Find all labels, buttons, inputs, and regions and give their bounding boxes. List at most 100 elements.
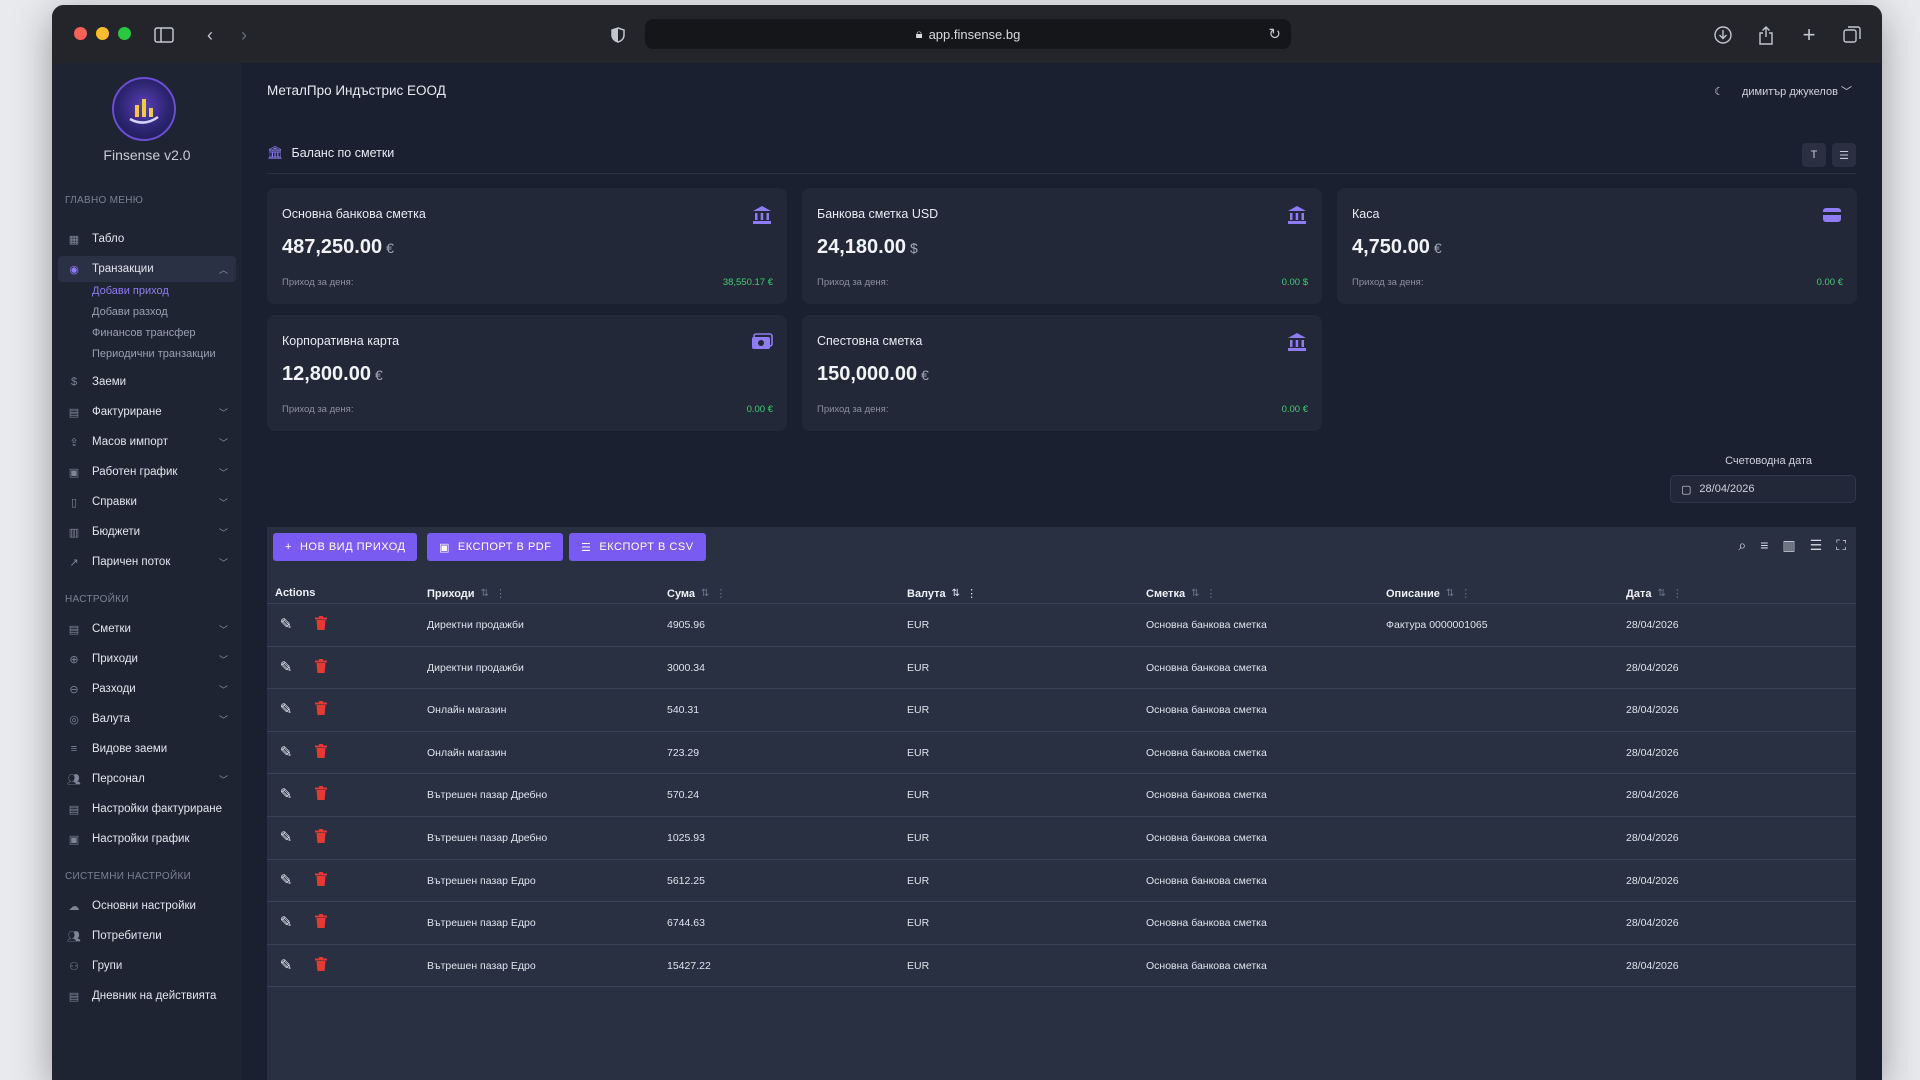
table-row[interactable]: ✎ Онлайн магазин 723.29 EUR Основна банкова … xyxy=(267,732,1856,775)
edit-pencil-icon[interactable]: ✎ xyxy=(277,913,295,931)
column-menu-icon[interactable]: ⋮ xyxy=(966,587,977,600)
privacy-shield-icon[interactable] xyxy=(606,23,630,47)
sidebar-item-import[interactable]: ⇪ Масов импорт ﹀ xyxy=(58,429,236,455)
delete-trash-icon[interactable] xyxy=(315,871,329,888)
sidebar-item-cashflow[interactable]: ↗ Паричен поток ﹀ xyxy=(58,549,236,575)
sidebar-item-currency[interactable]: ◎ Валута ﹀ xyxy=(58,706,236,732)
sidebar-subitem-transfer[interactable]: Финансов трансфер xyxy=(92,327,196,339)
export-pdf-button[interactable]: ▣ ЕКСПОРТ В PDF xyxy=(427,533,564,561)
sidebar-item-activity-log[interactable]: ▤ Дневник на действията xyxy=(58,983,236,1009)
delete-trash-icon[interactable] xyxy=(315,616,329,632)
column-header-amount[interactable]: Сума ⇅ ⋮ xyxy=(667,587,726,601)
edit-pencil-icon[interactable]: ✎ xyxy=(277,700,295,718)
column-header-currency[interactable]: Валута ⇅ ⋮ xyxy=(907,587,977,601)
text-size-icon[interactable]: T xyxy=(1802,143,1826,167)
table-row[interactable]: ✎ Вътрешен пазар Едро 15427.22 EUR Основна б… xyxy=(267,945,1856,988)
sidebar-subitem-add-expense[interactable]: Добави разход xyxy=(92,306,168,318)
sidebar-item-expenses[interactable]: ⊖ Разходи ﹀ xyxy=(58,676,236,702)
delete-trash-icon[interactable] xyxy=(315,829,329,845)
sidebar-item-dashboard[interactable]: ▦ Табло xyxy=(58,226,236,252)
column-header-date[interactable]: Дата ⇅ ⋮ xyxy=(1626,587,1683,601)
minimize-window-button[interactable] xyxy=(96,27,109,40)
account-card[interactable]: Корпоративна карта 12,800.00 € Приход за … xyxy=(267,315,787,431)
downloads-icon[interactable] xyxy=(1711,23,1735,47)
sidebar-item-invoice-settings[interactable]: ▤ Настройки фактуриране xyxy=(58,796,236,822)
delete-trash-icon[interactable] xyxy=(315,658,329,675)
maximize-window-button[interactable] xyxy=(118,27,131,40)
column-menu-icon[interactable]: ⋮ xyxy=(1460,587,1471,600)
list-view-icon[interactable]: ☰ xyxy=(1832,143,1856,167)
theme-toggle-moon-icon[interactable]: ☾ xyxy=(1714,85,1724,98)
export-csv-button[interactable]: ☰ ЕКСПОРТ В CSV xyxy=(569,533,706,561)
table-row[interactable]: ✎ Вътрешен пазар Дребно 1025.93 EUR Основна … xyxy=(267,817,1856,860)
finsense-logo[interactable] xyxy=(112,77,176,141)
sort-icon[interactable]: ⇅ xyxy=(701,588,709,599)
sort-icon[interactable]: ⇅ xyxy=(1657,588,1665,599)
column-menu-icon[interactable]: ⋮ xyxy=(1205,587,1216,600)
sidebar-item-incomes[interactable]: ⊕ Приходи ﹀ xyxy=(58,646,236,672)
table-row[interactable]: ✎ Директни продажби 3000.34 EUR Основна банк… xyxy=(267,647,1856,690)
sidebar-item-loans[interactable]: $ Заеми xyxy=(58,369,236,395)
column-header-account[interactable]: Сметка ⇅ ⋮ xyxy=(1146,587,1216,601)
column-menu-icon[interactable]: ⋮ xyxy=(715,587,726,600)
sidebar-toggle-icon[interactable] xyxy=(152,23,176,47)
table-row[interactable]: ✎ Вътрешен пазар Едро 5612.25 EUR Основна ба… xyxy=(267,860,1856,903)
column-header-description[interactable]: Описание ⇅ ⋮ xyxy=(1386,587,1471,601)
account-card[interactable]: Банкова сметка USD 24,180.00 $ Приход за … xyxy=(802,188,1322,304)
sidebar-item-schedule-settings[interactable]: ▣ Настройки график xyxy=(58,826,236,852)
table-row[interactable]: ✎ Вътрешен пазар Едро 6744.63 EUR Основна ба… xyxy=(267,902,1856,945)
sidebar-item-users[interactable]: 👥︎ Потребители xyxy=(58,923,236,949)
account-card[interactable]: Основна банкова сметка 487,250.00 € Прихо… xyxy=(267,188,787,304)
edit-pencil-icon[interactable]: ✎ xyxy=(277,871,295,889)
sort-icon[interactable]: ⇅ xyxy=(952,588,960,599)
filter-icon[interactable]: ≡ xyxy=(1760,537,1768,554)
accounting-date-input[interactable]: ▢ 28/04/2026 xyxy=(1670,475,1856,503)
table-row[interactable]: ✎ Вътрешен пазар Дребно 570.24 EUR Основна б… xyxy=(267,774,1856,817)
column-header-income[interactable]: Приходи ⇅ ⋮ xyxy=(427,587,506,601)
new-tab-icon[interactable]: + xyxy=(1797,22,1821,47)
sidebar-item-groups[interactable]: ⚇ Групи xyxy=(58,953,236,979)
edit-pencil-icon[interactable]: ✎ xyxy=(277,828,295,846)
delete-trash-icon[interactable] xyxy=(315,701,329,717)
edit-pencil-icon[interactable]: ✎ xyxy=(277,615,295,633)
fullscreen-icon[interactable]: ⛶ xyxy=(1836,537,1846,554)
sidebar-item-general-settings[interactable]: ☁︎ Основни настройки xyxy=(58,893,236,919)
column-menu-icon[interactable]: ⋮ xyxy=(495,587,506,600)
new-income-type-button[interactable]: + НОВ ВИД ПРИХОД xyxy=(273,533,418,561)
sidebar-subitem-add-income[interactable]: Добави приход xyxy=(92,285,169,297)
sidebar-item-loan-types[interactable]: ≡ Видове заеми xyxy=(58,736,236,762)
delete-trash-icon[interactable] xyxy=(315,743,329,760)
search-icon[interactable]: ⌕ xyxy=(1738,537,1746,554)
edit-pencil-icon[interactable]: ✎ xyxy=(277,743,295,761)
account-card[interactable]: Спестовна сметка 150,000.00 € Приход за д… xyxy=(802,315,1322,431)
sort-icon[interactable]: ⇅ xyxy=(1446,588,1454,599)
sort-icon[interactable]: ⇅ xyxy=(481,588,489,599)
sidebar-item-transactions[interactable]: ◉ Транзакции ︿ xyxy=(58,256,236,282)
share-icon[interactable] xyxy=(1754,23,1778,47)
sidebar-item-staff[interactable]: 👥︎ Персонал ﹀ xyxy=(58,766,236,792)
account-card[interactable]: Каса 4,750.00 € Приход за деня: 0.00 € xyxy=(1337,188,1857,304)
delete-trash-icon[interactable] xyxy=(315,956,329,973)
sidebar-item-schedule[interactable]: ▣ Работен график ﹀ xyxy=(58,459,236,485)
user-menu[interactable]: димитър джукелов ﹀ xyxy=(1742,83,1852,99)
sidebar-item-accounts[interactable]: ▤ Сметки ﹀ xyxy=(58,616,236,642)
edit-pencil-icon[interactable]: ✎ xyxy=(277,658,295,676)
edit-pencil-icon[interactable]: ✎ xyxy=(277,785,295,803)
table-row[interactable]: ✎ Директни продажби 4905.96 EUR Основна банк… xyxy=(267,604,1856,647)
delete-trash-icon[interactable] xyxy=(315,914,329,930)
sidebar-item-budgets[interactable]: ▥ Бюджети ﹀ xyxy=(58,519,236,545)
column-menu-icon[interactable]: ⋮ xyxy=(1672,587,1683,600)
density-icon[interactable]: ☰ xyxy=(1810,537,1823,554)
tab-overview-icon[interactable] xyxy=(1840,23,1864,47)
forward-icon[interactable]: › xyxy=(232,23,256,47)
back-icon[interactable]: ‹ xyxy=(198,23,222,47)
reload-icon[interactable]: ↻ xyxy=(1268,25,1281,43)
address-bar[interactable]: 🔒︎ app.finsense.bg ↻ xyxy=(645,19,1291,49)
table-row[interactable]: ✎ Онлайн магазин 540.31 EUR Основна банкова … xyxy=(267,689,1856,732)
sidebar-subitem-periodic[interactable]: Периодични транзакции xyxy=(92,348,216,360)
delete-trash-icon[interactable] xyxy=(315,786,329,802)
close-window-button[interactable] xyxy=(74,27,87,40)
sidebar-item-invoicing[interactable]: ▤ Фактуриране ﹀ xyxy=(58,399,236,425)
edit-pencil-icon[interactable]: ✎ xyxy=(277,956,295,974)
sort-icon[interactable]: ⇅ xyxy=(1191,588,1199,599)
